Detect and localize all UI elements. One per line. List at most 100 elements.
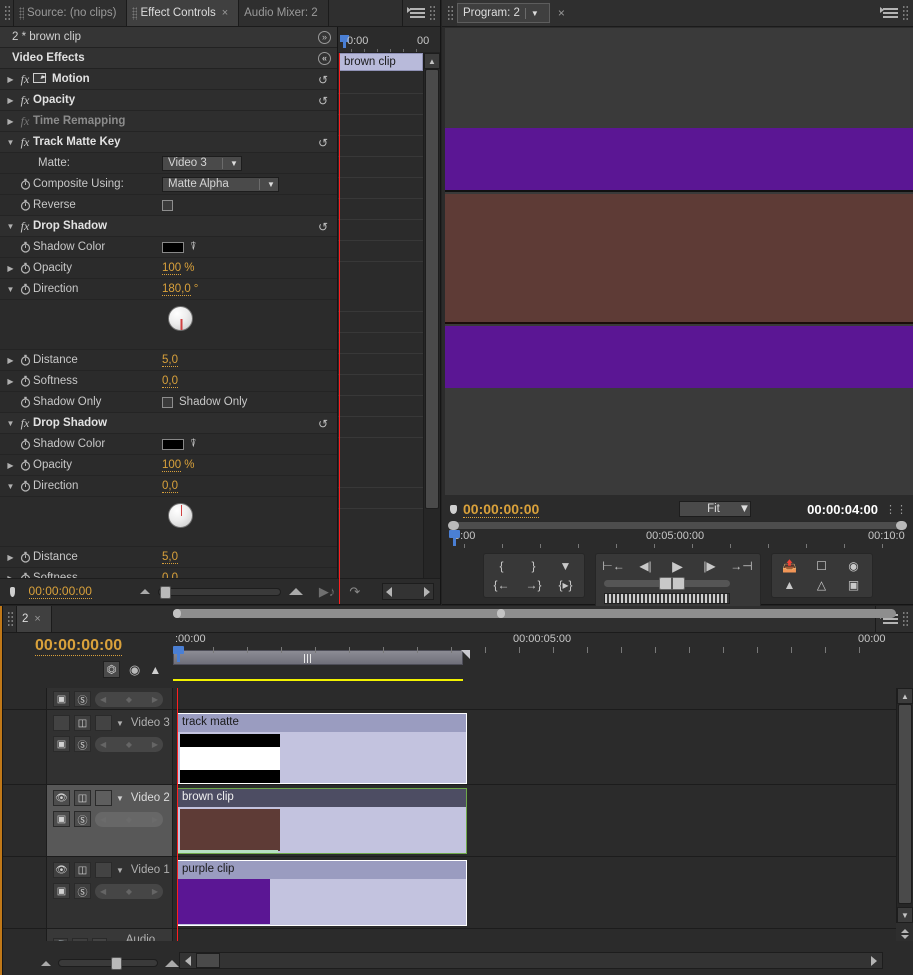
- property-value[interactable]: 0,0: [162, 375, 178, 388]
- property-row-motion[interactable]: ▶ fx Motion ↺: [0, 69, 337, 90]
- extract-icon[interactable]: △: [812, 577, 832, 593]
- ec-clip-bar[interactable]: brown clip: [339, 53, 423, 71]
- property-row-shadow-direction-2[interactable]: ▼ Direction 0,0: [0, 476, 337, 497]
- stopwatch-icon[interactable]: [17, 375, 33, 387]
- tab-program[interactable]: Program: 2 ▼: [457, 3, 550, 23]
- timeline-horizontal-scrollbar[interactable]: [179, 952, 883, 969]
- play-stop-icon[interactable]: ▶: [668, 558, 688, 574]
- reverse-checkbox[interactable]: [162, 199, 173, 211]
- program-zoom-scrollbar[interactable]: [448, 521, 907, 530]
- program-current-time-indicator[interactable]: [449, 530, 460, 546]
- close-icon[interactable]: ×: [222, 7, 228, 19]
- next-keyframe-icon[interactable]: ▶: [152, 740, 158, 749]
- reset-icon[interactable]: ↺: [318, 220, 328, 234]
- clip-brown[interactable]: brown clip: [177, 788, 467, 854]
- timeline-timecode[interactable]: 00:00:00:00: [35, 637, 123, 656]
- property-row-shadow-opacity-1[interactable]: ▶ Opacity 100 %: [0, 258, 337, 279]
- stopwatch-icon[interactable]: [17, 459, 33, 471]
- stopwatch-icon[interactable]: [17, 199, 33, 211]
- property-row-shadow-distance-2[interactable]: ▶ Distance 5,0: [0, 547, 337, 568]
- collapse-all-icon[interactable]: «: [318, 51, 331, 65]
- disclosure-triangle-icon[interactable]: ▶: [4, 264, 17, 273]
- play-audio-icon[interactable]: ▶♪: [319, 584, 336, 600]
- program-duration[interactable]: 00:00:04:00: [807, 502, 878, 517]
- matte-dropdown[interactable]: Video 3 ▼: [162, 155, 242, 171]
- panel-resize-grip[interactable]: [902, 611, 909, 627]
- stopwatch-icon[interactable]: [17, 241, 33, 253]
- disclosure-triangle-icon[interactable]: ▶: [4, 117, 17, 126]
- property-row-shadow-distance-1[interactable]: ▶ Distance 5,0: [0, 350, 337, 371]
- direction-knob[interactable]: [168, 306, 193, 331]
- display-style-icon[interactable]: ▣: [53, 811, 70, 827]
- disclosure-triangle-icon[interactable]: ▼: [4, 482, 17, 491]
- stopwatch-icon[interactable]: [17, 480, 33, 492]
- video-effects-section-header[interactable]: Video Effects «: [0, 48, 337, 69]
- property-value[interactable]: 100: [162, 262, 182, 275]
- property-value[interactable]: 5,0: [162, 354, 178, 367]
- panel-drag-handle[interactable]: [4, 5, 11, 21]
- shuttle-slider[interactable]: [603, 577, 730, 590]
- program-current-timecode[interactable]: 00:00:00:00: [463, 501, 540, 518]
- property-value[interactable]: 0,0: [162, 480, 178, 493]
- clip-purple[interactable]: purple clip: [177, 860, 467, 926]
- mark-in-icon[interactable]: {: [492, 558, 512, 574]
- work-area-bar[interactable]: [173, 650, 463, 665]
- close-icon[interactable]: ×: [34, 613, 40, 625]
- keyframe-nav[interactable]: ◀ ◆ ▶: [95, 691, 163, 707]
- ec-zoom-slider[interactable]: [157, 585, 281, 599]
- keyframe-diamond-icon[interactable]: ◆: [126, 887, 132, 896]
- chevron-down-icon[interactable]: ▼: [531, 9, 539, 18]
- disclosure-triangle-icon[interactable]: ▶: [4, 96, 17, 105]
- scroll-track[interactable]: [424, 69, 440, 588]
- timeline-playhead[interactable]: [177, 688, 178, 941]
- jog-wheel[interactable]: [603, 593, 730, 604]
- direction-knob[interactable]: [168, 503, 193, 528]
- play-in-to-out-icon[interactable]: {▸}: [556, 577, 576, 593]
- track-row-audio1[interactable]: 🔊 ◫ ▼ Audio 1 ⋈: [3, 929, 896, 941]
- keyframe-nav[interactable]: ◀ ◆ ▶: [95, 736, 163, 752]
- timeline-vertical-scrollbar[interactable]: ▲ ▼: [896, 688, 913, 923]
- property-row-composite-using[interactable]: ▶ Composite Using: Matte Alpha ▼: [0, 174, 337, 195]
- next-keyframe-icon[interactable]: ▶: [152, 815, 158, 824]
- scroll-right-icon[interactable]: [424, 586, 430, 597]
- marker-icon[interactable]: ◉: [129, 662, 140, 678]
- stopwatch-icon[interactable]: [17, 283, 33, 295]
- display-style-icon[interactable]: ▣: [53, 691, 70, 707]
- ec-mini-ruler[interactable]: 0:00 00: [338, 35, 440, 53]
- tab-effect-controls[interactable]: Effect Controls ×: [127, 0, 240, 26]
- tab-audio-mixer[interactable]: Audio Mixer: 2: [239, 0, 329, 26]
- go-to-in-point-icon[interactable]: ⊢←: [602, 558, 624, 574]
- loop-icon[interactable]: ↷: [349, 584, 360, 600]
- next-keyframe-icon[interactable]: ▶: [152, 695, 158, 704]
- ec-vertical-scrollbar[interactable]: ▲ ▼: [423, 53, 440, 604]
- toggle-track-output-icon[interactable]: [53, 715, 70, 731]
- disclosure-triangle-icon[interactable]: ▶: [4, 356, 17, 365]
- ec-playhead[interactable]: [339, 53, 340, 604]
- panel-drag-handle[interactable]: [7, 611, 14, 627]
- keyframe-diamond-icon[interactable]: ◆: [126, 740, 132, 749]
- work-area-grip[interactable]: [304, 654, 313, 663]
- track-header-video1[interactable]: 👁 ◫ ▼ Video 1 ▣ Ⓢ ◀ ◆ ▶: [47, 857, 173, 928]
- output-settings-icon[interactable]: ◉: [844, 558, 864, 574]
- shadow-only-checkbox[interactable]: [162, 396, 173, 408]
- home-marker-icon[interactable]: ▲: [149, 663, 161, 677]
- eyedropper-icon[interactable]: ⍒: [190, 438, 197, 451]
- program-video-preview[interactable]: [445, 28, 913, 495]
- keyframe-disable-icon[interactable]: Ⓢ: [74, 691, 91, 707]
- increase-track-height-icon[interactable]: [900, 929, 909, 933]
- next-keyframe-icon[interactable]: ▶: [152, 887, 158, 896]
- track-header-video3[interactable]: ◫ ▼ Video 3 ▣ Ⓢ ◀ ◆ ▶: [47, 710, 173, 784]
- shadow-color-swatch[interactable]: [162, 438, 184, 450]
- keyframe-diamond-icon[interactable]: ◆: [126, 695, 132, 704]
- safe-margins-icon[interactable]: ☐: [812, 558, 832, 574]
- scroll-thumb[interactable]: [196, 953, 220, 968]
- disclosure-triangle-icon[interactable]: ▼: [4, 222, 17, 231]
- ec-horizontal-scrollbar[interactable]: [382, 583, 434, 600]
- reset-icon[interactable]: ↺: [318, 94, 328, 108]
- program-ruler[interactable]: 0:00 00:05:00:00 00:10:0: [442, 530, 913, 552]
- property-row-drop-shadow-1[interactable]: ▼ fx Drop Shadow ↺: [0, 216, 337, 237]
- keyframe-nav[interactable]: ◀ ◆ ▶: [95, 883, 163, 899]
- prev-keyframe-icon[interactable]: ◀: [100, 695, 106, 704]
- track-row-video1[interactable]: 👁 ◫ ▼ Video 1 ▣ Ⓢ ◀ ◆ ▶ purple clip: [3, 857, 896, 929]
- step-forward-icon[interactable]: |▶: [700, 558, 720, 574]
